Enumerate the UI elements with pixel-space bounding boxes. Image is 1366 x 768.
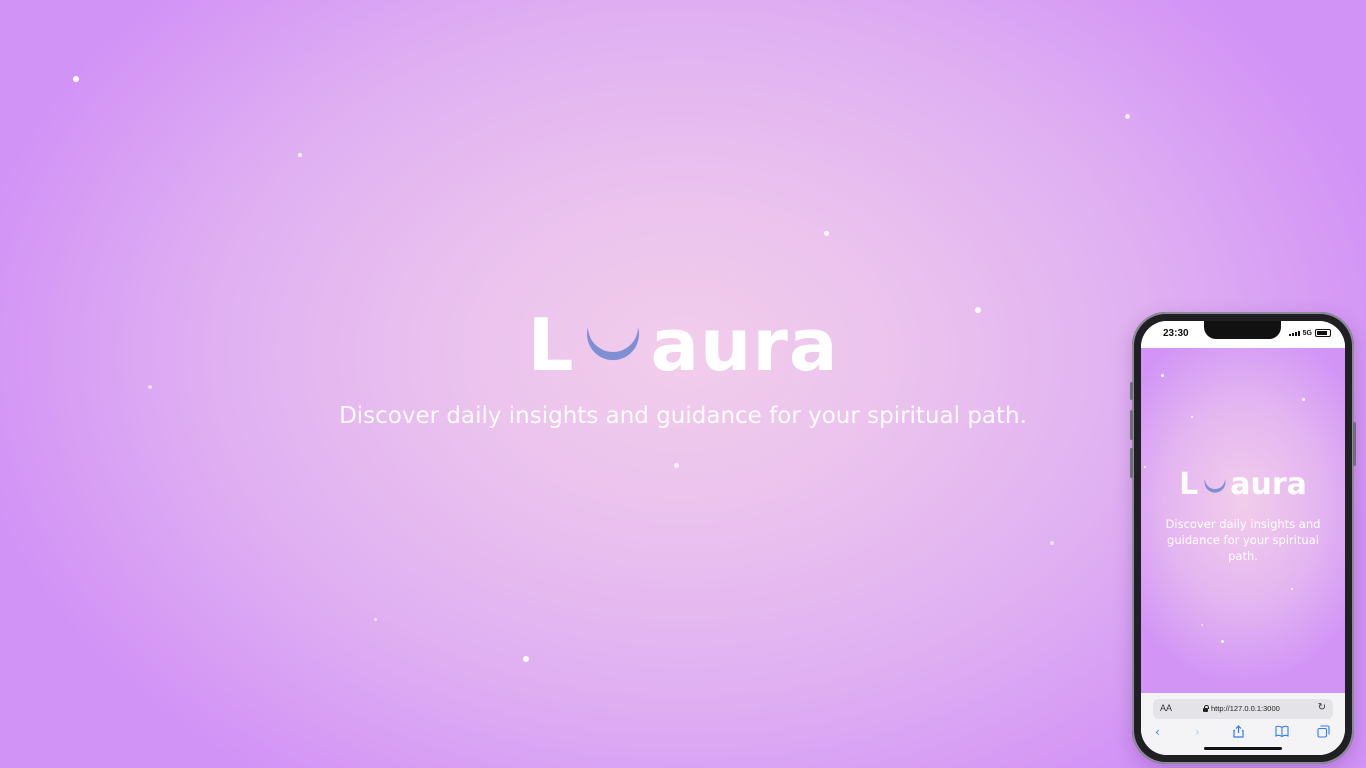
star-decoration (1050, 541, 1054, 545)
phone-side-button (1130, 410, 1133, 440)
star-decoration (374, 618, 377, 621)
mobile-app-logo: L aura (1179, 468, 1307, 502)
lock-icon (1203, 704, 1209, 712)
status-bar: 23:30 5G (1141, 321, 1345, 351)
home-indicator (1204, 747, 1282, 750)
star-decoration (674, 463, 679, 468)
mobile-logo-prefix: L (1179, 467, 1199, 502)
star-decoration (1191, 416, 1193, 418)
mobile-crescent-moon-icon (1203, 468, 1227, 502)
address-bar[interactable]: AA http://127.0.0.1:3000 ↻ (1153, 699, 1333, 719)
phone-notch (1204, 321, 1281, 339)
phone-side-button (1130, 448, 1133, 478)
status-indicators: 5G (1288, 329, 1331, 337)
network-label: 5G (1302, 329, 1312, 337)
browser-bar: AA http://127.0.0.1:3000 ↻ ‹ › (1141, 693, 1345, 755)
forward-icon[interactable]: › (1195, 725, 1200, 739)
back-icon[interactable]: ‹ (1155, 725, 1160, 739)
star-decoration (1291, 588, 1293, 590)
browser-toolbar: ‹ › (1141, 725, 1345, 743)
star-decoration (298, 153, 302, 157)
star-decoration (1201, 624, 1203, 626)
bookmarks-icon[interactable] (1275, 725, 1289, 740)
star-decoration (1221, 640, 1224, 643)
logo-suffix: aura (650, 303, 839, 387)
mobile-hero-section: L aura Discover daily insights and guida… (1141, 468, 1345, 564)
app-logo: L aura (528, 305, 839, 385)
star-decoration (1125, 114, 1130, 119)
star-decoration (1302, 398, 1305, 401)
phone-side-button (1353, 422, 1356, 466)
crescent-moon-icon (584, 305, 642, 385)
phone-screen: 23:30 5G L aura Discover daily insights … (1141, 321, 1345, 755)
reader-mode-button[interactable]: AA (1160, 703, 1172, 713)
star-decoration (824, 231, 829, 236)
star-decoration (1161, 374, 1164, 377)
status-time: 23:30 (1163, 328, 1189, 339)
signal-icon (1288, 330, 1300, 336)
share-icon[interactable] (1233, 725, 1244, 741)
battery-icon (1315, 329, 1331, 337)
url-text: http://127.0.0.1:3000 (1211, 704, 1280, 713)
star-decoration (73, 76, 79, 82)
mobile-webpage: L aura Discover daily insights and guida… (1141, 348, 1345, 693)
star-decoration (523, 656, 529, 662)
url-display[interactable]: http://127.0.0.1:3000 (1203, 704, 1280, 713)
reload-icon[interactable]: ↻ (1318, 702, 1326, 713)
phone-mockup: 23:30 5G L aura Discover daily insights … (1130, 312, 1356, 764)
mobile-tagline: Discover daily insights and guidance for… (1165, 517, 1321, 563)
phone-side-button (1130, 382, 1133, 400)
logo-prefix: L (527, 303, 575, 387)
tabs-icon[interactable] (1317, 725, 1330, 741)
mobile-logo-suffix: aura (1230, 467, 1307, 502)
